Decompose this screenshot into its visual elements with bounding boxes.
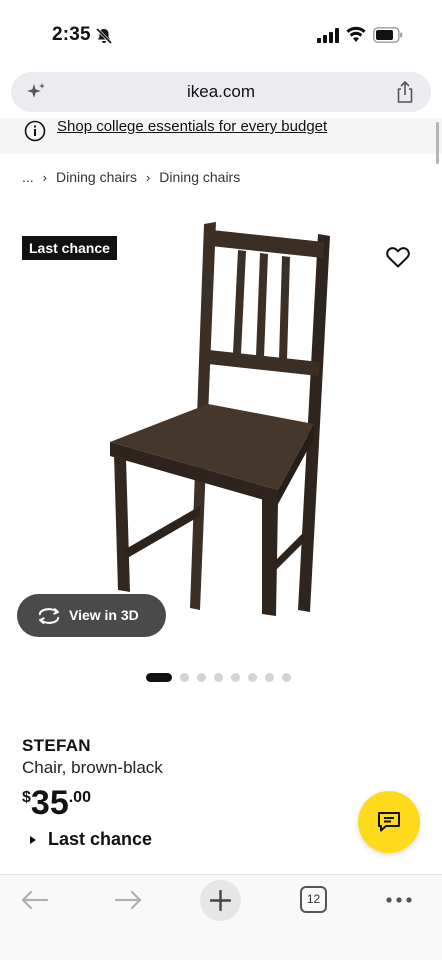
price-cents: .00 xyxy=(68,789,91,806)
price-whole: 35 xyxy=(30,784,69,822)
tabs-icon[interactable]: 12 xyxy=(300,886,327,913)
wifi-icon xyxy=(346,26,366,42)
address-bar[interactable]: ikea.com xyxy=(11,72,431,112)
breadcrumb-ellipsis[interactable]: ... xyxy=(22,169,34,185)
signal-icon xyxy=(317,28,339,43)
carousel-dot-active[interactable] xyxy=(146,672,172,682)
breadcrumb: ... › Dining chairs › Dining chairs xyxy=(22,169,240,185)
browser-toolbar: 12 xyxy=(0,874,442,960)
carousel-dot[interactable] xyxy=(197,672,206,682)
back-arrow-icon[interactable] xyxy=(20,889,50,911)
carousel-dot[interactable] xyxy=(231,672,240,682)
info-icon xyxy=(24,120,46,142)
product-price: $35.00 xyxy=(22,786,91,820)
battery-icon xyxy=(373,27,403,43)
carousel-dot[interactable] xyxy=(282,672,291,682)
carousel-dot[interactable] xyxy=(248,672,257,682)
view-in-3d-button[interactable]: View in 3D xyxy=(17,594,166,637)
availability-label: Last chance xyxy=(48,829,153,849)
share-icon[interactable] xyxy=(395,80,415,104)
carousel-dot[interactable] xyxy=(180,672,189,682)
url-text[interactable]: ikea.com xyxy=(11,82,431,102)
caret-right-icon xyxy=(30,835,36,844)
forward-arrow-icon[interactable] xyxy=(113,889,143,911)
status-time: 2:35 xyxy=(52,24,91,45)
rotate-3d-icon xyxy=(38,607,60,625)
chevron-right-icon: › xyxy=(145,169,151,185)
new-tab-button[interactable] xyxy=(200,880,241,921)
promo-banner: Shop college essentials for every budget xyxy=(0,118,442,154)
status-bar: 2:35 xyxy=(0,0,442,68)
product-image-gallery[interactable]: Last chance View in 3D xyxy=(0,212,442,652)
product-description: Chair, brown-black xyxy=(22,758,163,777)
scroll-indicator xyxy=(436,122,439,164)
chevron-right-icon: › xyxy=(42,169,48,185)
chat-icon xyxy=(378,812,400,832)
availability-toggle[interactable]: Last chance xyxy=(30,829,152,850)
carousel-dot[interactable] xyxy=(214,672,223,682)
product-name: STEFAN xyxy=(22,736,91,755)
more-icon[interactable] xyxy=(385,896,413,904)
product-image xyxy=(110,222,330,616)
carousel-dot[interactable] xyxy=(265,672,274,682)
heart-icon[interactable] xyxy=(385,245,411,269)
price-currency: $ xyxy=(22,789,31,806)
view-in-3d-label: View in 3D xyxy=(69,607,139,623)
breadcrumb-item[interactable]: Dining chairs xyxy=(56,169,137,185)
chat-button[interactable] xyxy=(358,791,420,853)
plus-icon xyxy=(210,890,231,911)
bell-slash-icon xyxy=(95,27,113,45)
last-chance-badge: Last chance xyxy=(22,236,117,260)
promo-link[interactable]: Shop college essentials for every budget xyxy=(57,118,327,135)
image-carousel-dots xyxy=(146,672,291,682)
breadcrumb-item[interactable]: Dining chairs xyxy=(159,169,240,185)
